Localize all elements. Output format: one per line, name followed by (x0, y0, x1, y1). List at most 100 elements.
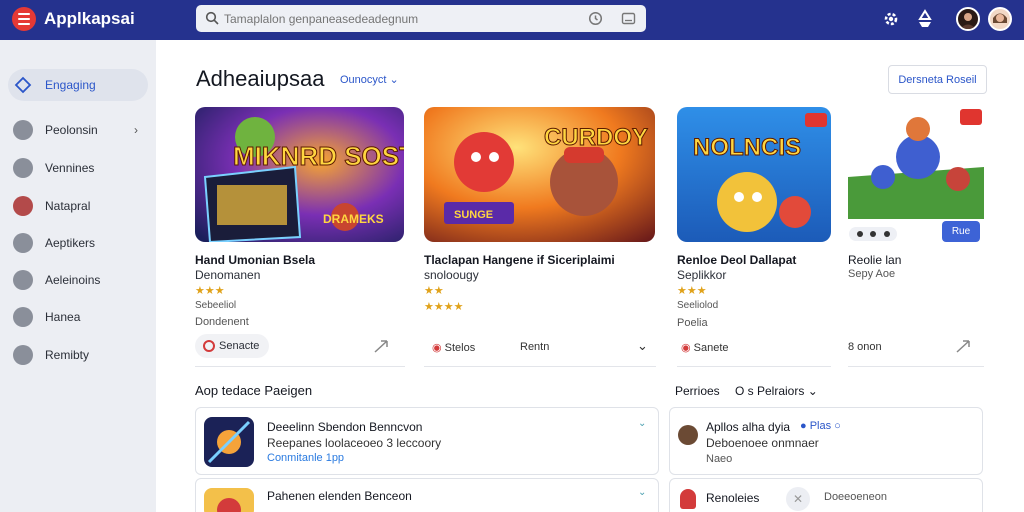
sidebar-item-vennines[interactable]: Vennines (8, 152, 148, 184)
search-bar[interactable] (196, 5, 646, 32)
tag-icon (203, 340, 215, 352)
game-artwork: CURDOY SUNGE (424, 107, 655, 242)
divider (424, 366, 656, 367)
card-meta: Sebeeliol (195, 300, 237, 311)
sidebar-item-aeleinoins[interactable]: Aeleinoins (8, 264, 148, 296)
list-item-tag-label: Plas (809, 420, 832, 432)
list-item-thumbnail (204, 488, 254, 512)
list-item[interactable]: Renoleies ✕ Doeeoeneon (669, 478, 983, 512)
card-publisher: Dondenent (195, 316, 249, 328)
card-action-label: Sanete (693, 342, 729, 354)
tag-icon: ◉ (681, 342, 694, 354)
search-icon (205, 11, 219, 25)
avatar (678, 425, 698, 445)
card-badge-button[interactable]: Rue (942, 221, 980, 242)
list-item-tag: ● Plas ○ (800, 420, 841, 432)
sidebar-item-label: Hanea (45, 310, 81, 324)
sidebar-item-peolonsin[interactable]: Peolonsin › (8, 114, 148, 146)
clock-icon[interactable] (588, 11, 603, 26)
list-item-title: Pahenen elenden Benceon (267, 489, 412, 503)
filter-label: O s Pelraiors (735, 384, 805, 398)
sidebar-item-natapral[interactable]: Natapral (8, 190, 148, 222)
sidebar-item-label: Remibty (45, 348, 90, 362)
app-title: Applkapsai (44, 9, 135, 28)
card-subtitle: Sepy Aoe (848, 268, 896, 280)
section-filter[interactable]: O s Pelraiors ⌄ (735, 384, 818, 398)
search-input[interactable] (224, 9, 574, 28)
sidebar-item-label: Natapral (45, 199, 91, 213)
card-title: Tlaclapan Hangene if Siceriplaimi (424, 253, 615, 267)
diamond-icon (14, 76, 32, 94)
game-card-art[interactable]: CURDOY SUNGE (424, 107, 655, 242)
close-icon[interactable]: ✕ (786, 487, 810, 511)
card-subtitle: Seplikkor (677, 268, 727, 282)
list-item-title: Apllos alha dyia (706, 420, 791, 434)
filter-dropdown[interactable]: Ounocyct ⌄ (340, 73, 399, 86)
game-card-art[interactable] (848, 107, 984, 219)
sidebar-item-engaging[interactable]: Engaging (8, 69, 148, 101)
avatar-photo (993, 13, 1007, 23)
card-publisher: Poelia (677, 317, 708, 329)
card-action-button[interactable]: Senacte (195, 334, 270, 358)
avatar-secondary[interactable] (988, 7, 1012, 31)
page-title: Adheaiupsaa (196, 66, 325, 91)
list-item-title: Deeelinn Sbendon Benncvon (267, 420, 423, 434)
carousel-dots[interactable] (849, 227, 897, 241)
grid-icon (13, 158, 33, 178)
game-card-art[interactable]: NOLNCIS (677, 107, 831, 242)
tag-icon: ◉ (432, 342, 445, 354)
sidebar-item-label: Engaging (45, 78, 96, 92)
list-item[interactable]: Apllos alha dyia ● Plas ○ Deboenoee onmn… (669, 407, 983, 475)
card-subtitle: Denomanen (195, 268, 261, 282)
card-action-label: Senacte (219, 340, 260, 352)
card-action-link[interactable]: ◉ Sanete (681, 341, 729, 354)
sidebar-item-remibty[interactable]: Remibty (8, 339, 148, 371)
game-card-art[interactable]: MIKNRD SOSTING DRAMEKS (195, 107, 404, 242)
rating-stars: ★★★ (195, 285, 225, 297)
share-icon[interactable] (373, 338, 395, 354)
sidebar-item-label: Peolonsin (45, 123, 98, 137)
list-item[interactable]: Pahenen elenden Benceon ⌄ (195, 478, 659, 512)
sidebar-item-label: Vennines (45, 161, 95, 175)
avatar[interactable] (956, 7, 980, 31)
flame-icon (680, 489, 696, 509)
rating-stars: ★★ (424, 285, 444, 297)
list-item-link[interactable]: Conmitanle 1pp (267, 452, 344, 464)
art-title: MIKNRD SOSTING (233, 141, 404, 171)
section-title: Aop tedace Paeigen (195, 383, 313, 398)
card-secondary-action[interactable]: Rentn (520, 341, 549, 353)
chevron-down-icon[interactable]: ⌄ (638, 487, 646, 498)
app-logo-icon[interactable] (12, 7, 36, 31)
game-artwork (848, 107, 984, 219)
sidebar-item-hanea[interactable]: Hanea (8, 301, 148, 333)
list-item[interactable]: Deeelinn Sbendon Benncvon Reepanes loola… (195, 407, 659, 475)
sidebar-item-aeptikers[interactable]: Aeptikers (8, 227, 148, 259)
divider (195, 366, 405, 367)
rating-stars: ★★★ (677, 285, 707, 297)
card-action-link[interactable]: ◉ Stelos (432, 341, 475, 354)
avatar-photo (960, 13, 976, 29)
circle-icon: ○ (831, 420, 841, 432)
card-title: Hand Umonian Bsela (195, 253, 316, 267)
chevron-down-icon[interactable]: ⌄ (637, 338, 648, 354)
share-icon[interactable] (955, 338, 977, 354)
list-item-title: Renoleies (706, 491, 760, 505)
game-artwork: NOLNCIS (677, 107, 831, 242)
clock-icon (13, 345, 33, 365)
recycle-icon[interactable] (914, 8, 936, 30)
card-subtitle: snoloougy (424, 268, 479, 282)
top-bar: Applkapsai (0, 0, 1024, 40)
user-icon (13, 120, 33, 140)
card-title: Renloe Deol Dallapat (677, 253, 797, 267)
divider (848, 366, 984, 367)
settings-icon[interactable] (880, 8, 902, 30)
keyboard-icon[interactable] (621, 11, 636, 26)
top-action-button[interactable]: Dersneta Roseil (888, 65, 987, 94)
rating-stars: ★★★★ (424, 301, 464, 313)
leaf-icon (13, 196, 33, 216)
list-item-meta: Naeo (706, 453, 733, 465)
list-item-meta: Doeeoeneon (824, 491, 888, 503)
chevron-down-icon[interactable]: ⌄ (638, 418, 646, 429)
divider (677, 366, 831, 367)
card-action-link[interactable]: 8 onon (848, 341, 882, 353)
